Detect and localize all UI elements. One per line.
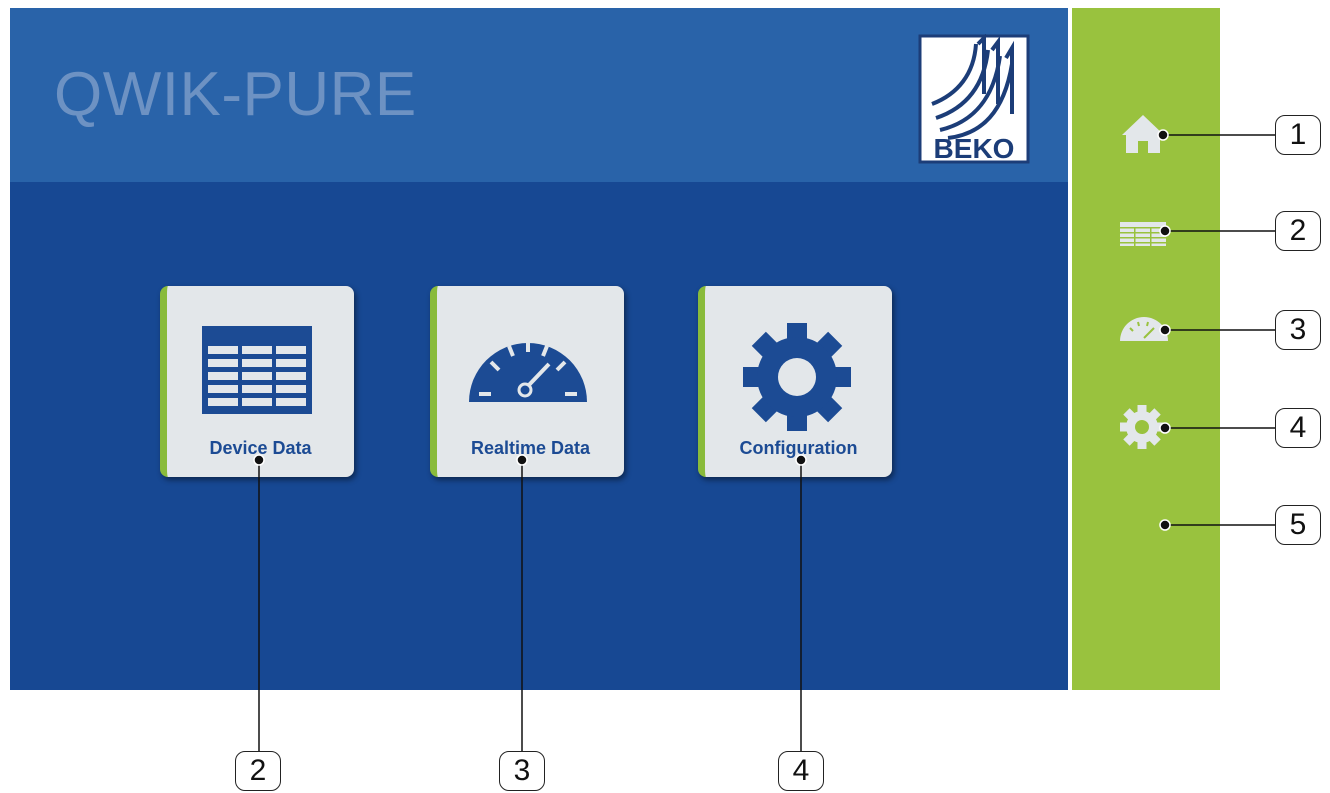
beko-logo-text: BEKO: [934, 133, 1015, 164]
device-data-tile[interactable]: Device Data: [160, 286, 354, 477]
gauge-icon[interactable]: [1120, 316, 1168, 342]
callout-number: 4: [778, 751, 824, 791]
sidebar: [1072, 8, 1220, 690]
gauge-icon: [469, 340, 587, 402]
device-screen: QWIK-PURE BEKO Device Data Realtime Data…: [10, 8, 1068, 690]
beko-logo: BEKO: [918, 34, 1030, 164]
callout-number: 1: [1275, 115, 1321, 155]
configuration-label: Configuration: [739, 438, 858, 458]
callout-number: 2: [235, 751, 281, 791]
gear-icon[interactable]: [1120, 405, 1164, 449]
realtime-data-tile[interactable]: Realtime Data: [430, 286, 624, 477]
callout-number: 2: [1275, 211, 1321, 251]
gear-icon: [743, 323, 851, 431]
callout-number: 4: [1275, 408, 1321, 448]
table-icon[interactable]: [1120, 222, 1166, 246]
callout-number: 3: [499, 751, 545, 791]
device-data-label: Device Data: [209, 438, 312, 458]
callout-number: 5: [1275, 505, 1321, 545]
header-bar: QWIK-PURE BEKO: [10, 8, 1068, 182]
realtime-data-label: Realtime Data: [470, 438, 591, 458]
configuration-tile[interactable]: Configuration: [698, 286, 892, 477]
home-icon[interactable]: [1120, 113, 1166, 155]
callout-number: 3: [1275, 310, 1321, 350]
table-icon: [202, 326, 312, 414]
app-title: QWIK-PURE: [54, 60, 417, 129]
